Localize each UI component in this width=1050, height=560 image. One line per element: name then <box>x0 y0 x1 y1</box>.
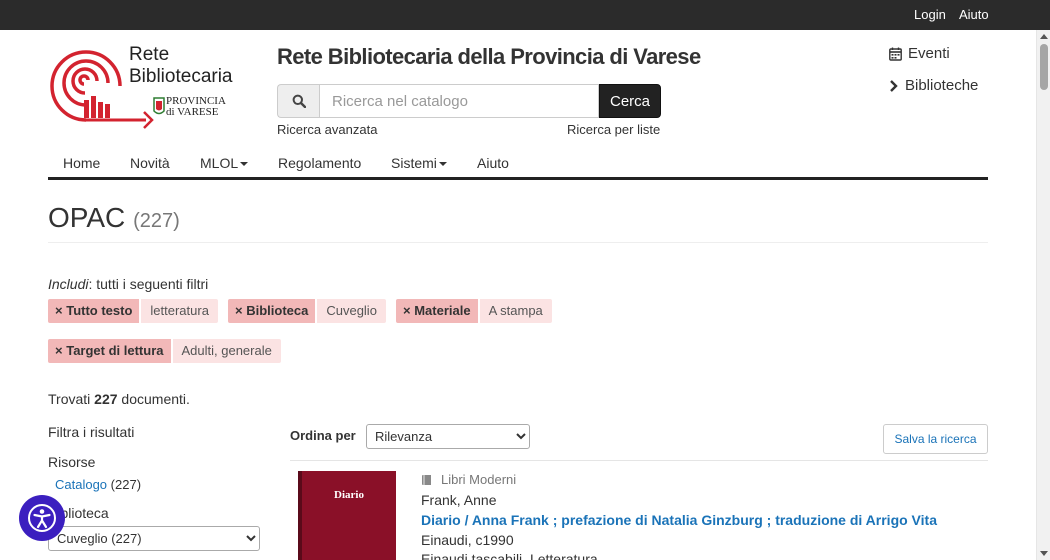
facet-resources-label: Risorse <box>48 454 96 470</box>
nav-sistemi-label: Sistemi <box>391 155 437 171</box>
site-title: Rete Bibliotecaria della Provincia di Va… <box>277 44 701 69</box>
facet-catalog: Catalogo (227) <box>55 477 141 492</box>
nav-mlol-label: MLOL <box>200 155 239 171</box>
filter-key: Tutto testo <box>66 303 133 318</box>
login-link[interactable]: Login <box>914 7 946 22</box>
filters-intro: Includi: tutti i seguenti filtri <box>48 276 208 292</box>
logo-text-line1: Rete <box>129 44 170 65</box>
filter-chip-biblioteca: × Biblioteca Cuveglio <box>228 299 386 323</box>
library-select[interactable]: Cuveglio (227) <box>48 526 260 551</box>
nav-mlol[interactable]: MLOL <box>200 155 249 171</box>
nav-regolamento-label: Regolamento <box>278 155 362 171</box>
filter-value: letteratura <box>141 299 218 323</box>
scroll-down-arrow[interactable] <box>1040 551 1048 556</box>
libraries-label: Biblioteche <box>905 77 979 94</box>
divider <box>48 242 988 243</box>
top-bar: Login Aiuto <box>0 0 1050 30</box>
search-icon <box>292 94 306 108</box>
filter-key: Materiale <box>414 303 471 318</box>
filter-chip-materiale: × Materiale A stampa <box>396 299 552 323</box>
scroll-up-arrow[interactable] <box>1040 34 1048 39</box>
libraries-link[interactable]: Biblioteche <box>889 77 978 94</box>
record-series: Einaudi tascabili. Letteratura <box>421 551 598 560</box>
remove-filter-materiale[interactable]: × Materiale <box>396 299 478 323</box>
events-label: Eventi <box>908 45 950 62</box>
nav-novita-label: Novità <box>130 155 170 171</box>
search-addon <box>277 84 319 118</box>
filter-chip-target: × Target di lettura Adulti, generale <box>48 339 281 363</box>
record-author: Frank, Anne <box>421 492 497 508</box>
province-text: PROVINCIA di VARESE <box>166 96 226 118</box>
book-cover[interactable]: Diario <box>298 471 396 560</box>
nav-sistemi[interactable]: Sistemi <box>391 155 447 171</box>
site-logo[interactable]: Rete Bibliotecaria PROVINCIA di VARESE <box>48 38 238 130</box>
accessibility-button[interactable] <box>19 495 65 541</box>
search-button[interactable]: Cerca <box>599 84 661 118</box>
page-title-text: OPAC <box>48 202 126 233</box>
save-search-button[interactable]: Salva la ricerca <box>883 424 988 454</box>
results-count-suffix: documenti. <box>121 391 190 407</box>
calendar-icon <box>889 47 902 61</box>
filter-value: A stampa <box>479 299 552 323</box>
record-publisher: Einaudi, c1990 <box>421 532 514 548</box>
sort-label: Ordina per <box>290 428 356 443</box>
nav-novita[interactable]: Novità <box>130 155 170 171</box>
filter-key: Biblioteca <box>246 303 309 318</box>
remove-filter-target[interactable]: × Target di lettura <box>48 339 171 363</box>
advanced-search-link[interactable]: Ricerca avanzata <box>277 122 377 137</box>
page-title-count: (227) <box>133 210 180 232</box>
results-count: Trovati 227 documenti. <box>48 391 190 407</box>
book-icon <box>422 474 431 485</box>
remove-x-icon: × <box>235 303 243 318</box>
scroll-thumb[interactable] <box>1040 44 1048 90</box>
page-title: OPAC (227) <box>48 202 180 234</box>
remove-filter-biblioteca[interactable]: × Biblioteca <box>228 299 316 323</box>
help-link[interactable]: Aiuto <box>959 7 989 22</box>
nav-aiuto[interactable]: Aiuto <box>477 155 509 171</box>
facet-catalog-link[interactable]: Catalogo <box>55 477 107 492</box>
logo-text-line2: Bibliotecaria <box>129 66 233 87</box>
nav-aiuto-label: Aiuto <box>477 155 509 171</box>
filter-key: Target di lettura <box>66 343 164 358</box>
sort-select[interactable]: Rilevanza <box>366 424 530 449</box>
filters-intro-em: Includi <box>48 276 89 292</box>
remove-x-icon: × <box>403 303 411 318</box>
record-title-link[interactable]: Diario / Anna Frank ; prefazione di Nata… <box>421 512 937 528</box>
filter-value: Cuveglio <box>317 299 386 323</box>
filter-chip-tutto-testo: × Tutto testo letteratura <box>48 299 218 323</box>
facets-title: Filtra i risultati <box>48 424 135 440</box>
book-cover-title: Diario <box>334 489 364 501</box>
caret-down-icon <box>438 162 447 167</box>
province-crest-icon <box>153 97 165 115</box>
chevron-right-icon <box>890 79 898 92</box>
results-count-prefix: Trovati <box>48 391 91 407</box>
filter-value: Adulti, generale <box>172 339 281 363</box>
list-search-link[interactable]: Ricerca per liste <box>567 122 660 137</box>
province-text-line2: di VARESE <box>166 106 219 118</box>
nav-home-label: Home <box>63 155 101 171</box>
nav-regolamento[interactable]: Regolamento <box>278 155 361 171</box>
material-type: Libri Moderni <box>421 472 516 487</box>
catalog-search: Cerca <box>277 84 661 118</box>
search-input[interactable] <box>319 84 599 118</box>
remove-x-icon: × <box>55 343 63 358</box>
filters-intro-rest: : tutti i seguenti filtri <box>88 276 209 292</box>
remove-x-icon: × <box>55 303 63 318</box>
remove-filter-tutto-testo[interactable]: × Tutto testo <box>48 299 140 323</box>
main-navbar: Home Novità MLOL Regolamento Sistemi Aiu… <box>48 146 988 180</box>
events-link[interactable]: Eventi <box>889 45 950 62</box>
page-scrollbar[interactable] <box>1036 30 1050 560</box>
material-type-label: Libri Moderni <box>441 472 517 487</box>
nav-home[interactable]: Home <box>63 155 100 171</box>
results-count-number: 227 <box>94 391 118 407</box>
accessibility-icon <box>28 504 56 532</box>
caret-down-icon <box>240 162 249 167</box>
facet-catalog-count: (227) <box>110 477 142 492</box>
divider <box>290 460 988 461</box>
